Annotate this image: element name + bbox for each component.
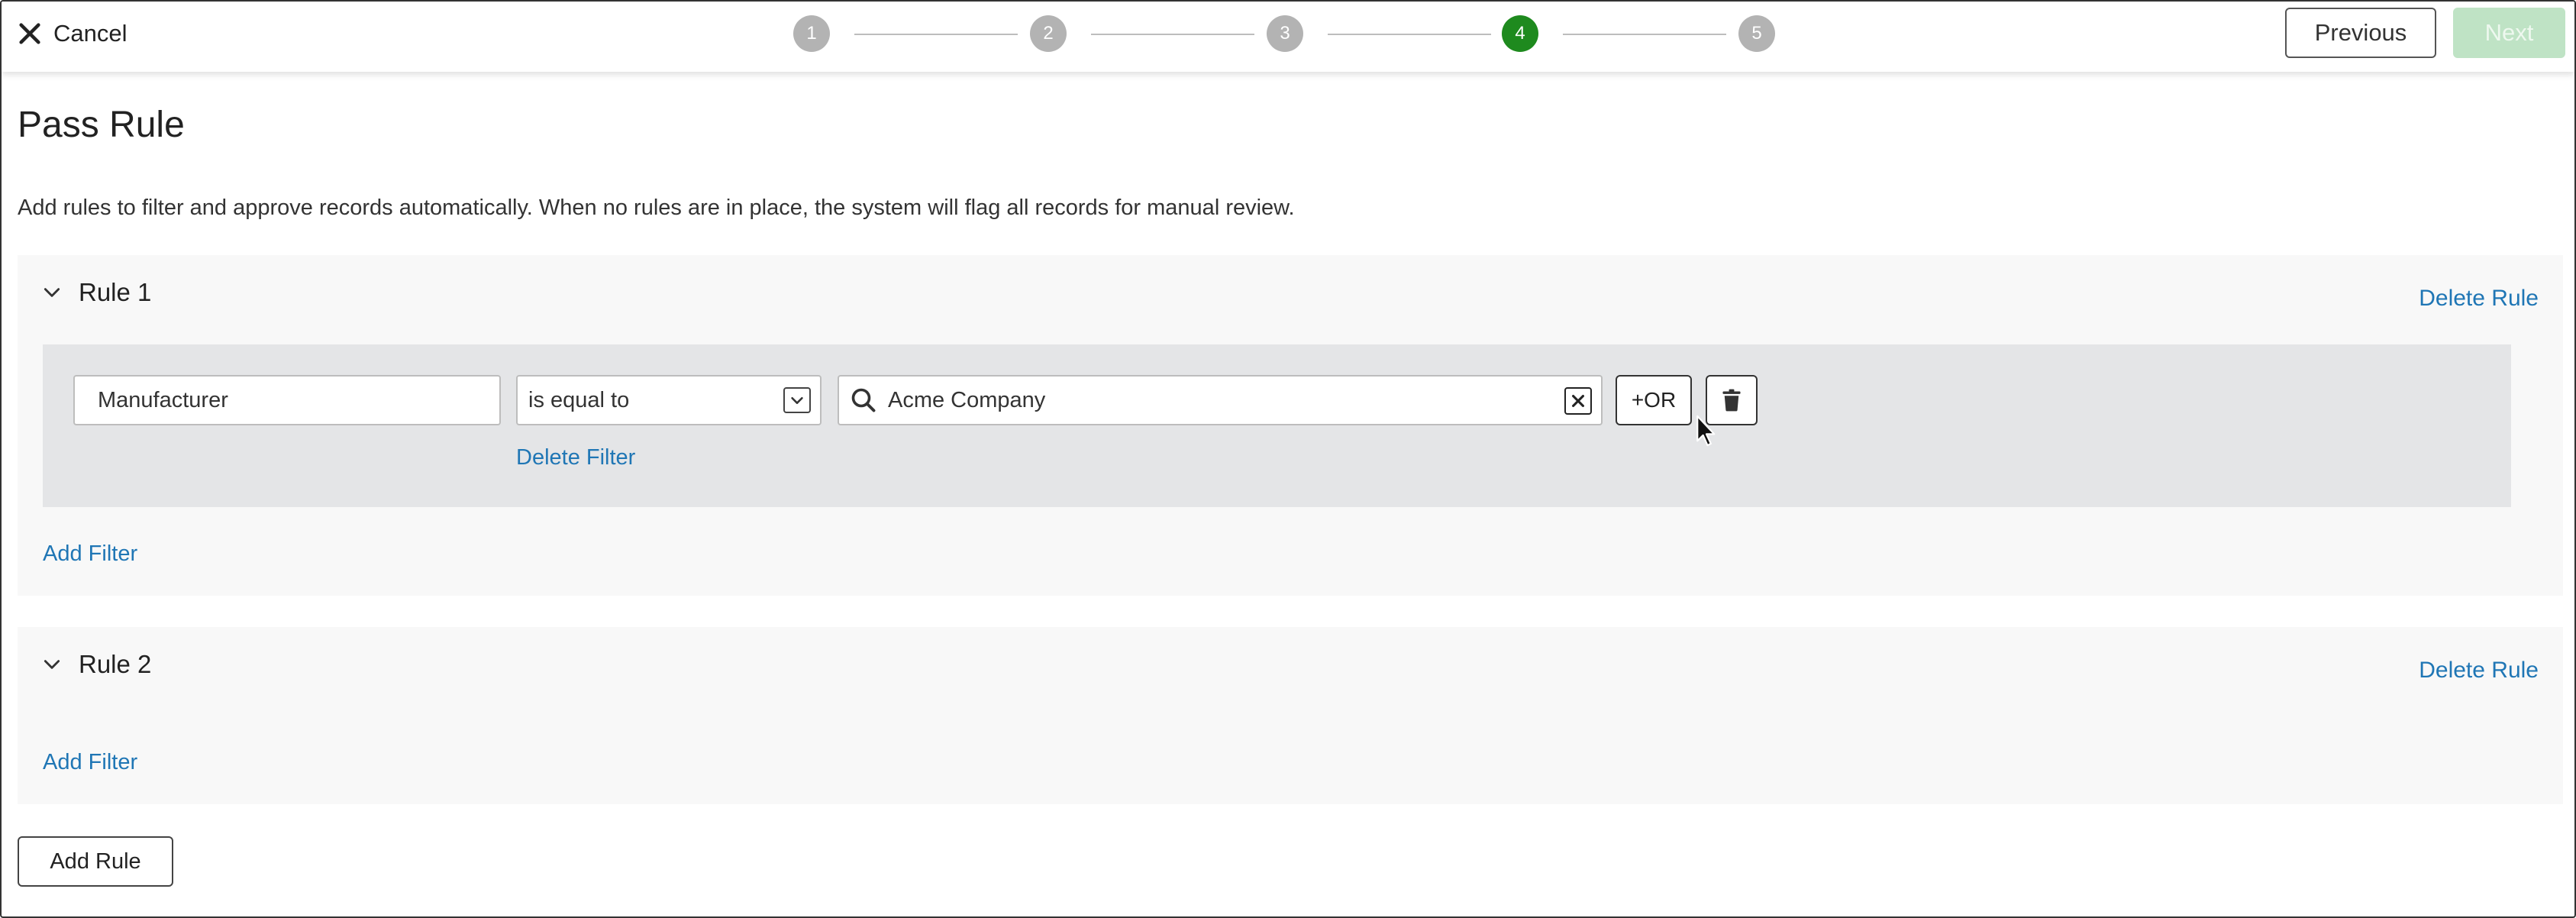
attribute-field[interactable]: Manufacturer [73, 375, 501, 425]
wizard-header: Cancel 1 2 3 4 5 Previous Next [2, 2, 2574, 72]
search-icon [851, 388, 876, 412]
rule-title: Rule 1 [79, 278, 152, 306]
add-rule-button[interactable]: Add Rule [18, 836, 173, 887]
operator-value: is equal to [528, 387, 630, 412]
step-connector [1328, 34, 1491, 35]
mouse-pointer-icon [1696, 415, 1716, 447]
step-connector [854, 34, 1018, 35]
close-icon [19, 23, 40, 44]
add-filter-link[interactable]: Add Filter [43, 541, 137, 567]
page-description: Add rules to filter and approve records … [18, 196, 1295, 220]
add-filter-link[interactable]: Add Filter [43, 750, 137, 775]
value-search-input[interactable]: Acme Company [838, 375, 1603, 425]
rule-panel: Rule 1 Delete Rule Manufacturer is equal… [18, 255, 2563, 596]
step-connector [1091, 34, 1254, 35]
app-window: Cancel 1 2 3 4 5 Previous Next Pass Rule… [0, 0, 2576, 918]
chevron-down-icon[interactable] [783, 387, 811, 413]
previous-button[interactable]: Previous [2285, 8, 2436, 58]
next-button[interactable]: Next [2453, 8, 2565, 58]
delete-filter-link[interactable]: Delete Filter [516, 445, 635, 470]
clear-icon[interactable] [1564, 387, 1592, 415]
delete-rule-link[interactable]: Delete Rule [2419, 658, 2539, 684]
step-connector [1563, 34, 1726, 35]
rule-panel: Rule 2 Delete Rule Add Filter [18, 627, 2563, 804]
rule-toggle[interactable]: Rule 1 [42, 278, 151, 307]
value-text: Acme Company [888, 387, 1046, 412]
attribute-value: Manufacturer [98, 387, 228, 412]
step-2[interactable]: 2 [1030, 15, 1067, 52]
step-5[interactable]: 5 [1738, 15, 1775, 52]
rule-toggle[interactable]: Rule 2 [42, 650, 151, 679]
chevron-down-icon [44, 660, 60, 669]
wizard-stepper: 1 2 3 4 5 [793, 15, 1786, 52]
step-4[interactable]: 4 [1502, 15, 1538, 52]
filter-group: Manufacturer is equal to Acme Company +O… [43, 344, 2511, 507]
trash-icon [1722, 389, 1741, 412]
cancel-label: Cancel [53, 20, 128, 47]
cancel-button[interactable]: Cancel [17, 17, 128, 50]
chevron-down-icon [44, 288, 60, 297]
add-or-button[interactable]: +OR [1616, 375, 1692, 425]
operator-select[interactable]: is equal to [516, 375, 822, 425]
rule-title: Rule 2 [79, 650, 152, 678]
page-title: Pass Rule [18, 105, 185, 145]
delete-rule-link[interactable]: Delete Rule [2419, 286, 2539, 312]
step-1[interactable]: 1 [793, 15, 830, 52]
step-3[interactable]: 3 [1267, 15, 1303, 52]
